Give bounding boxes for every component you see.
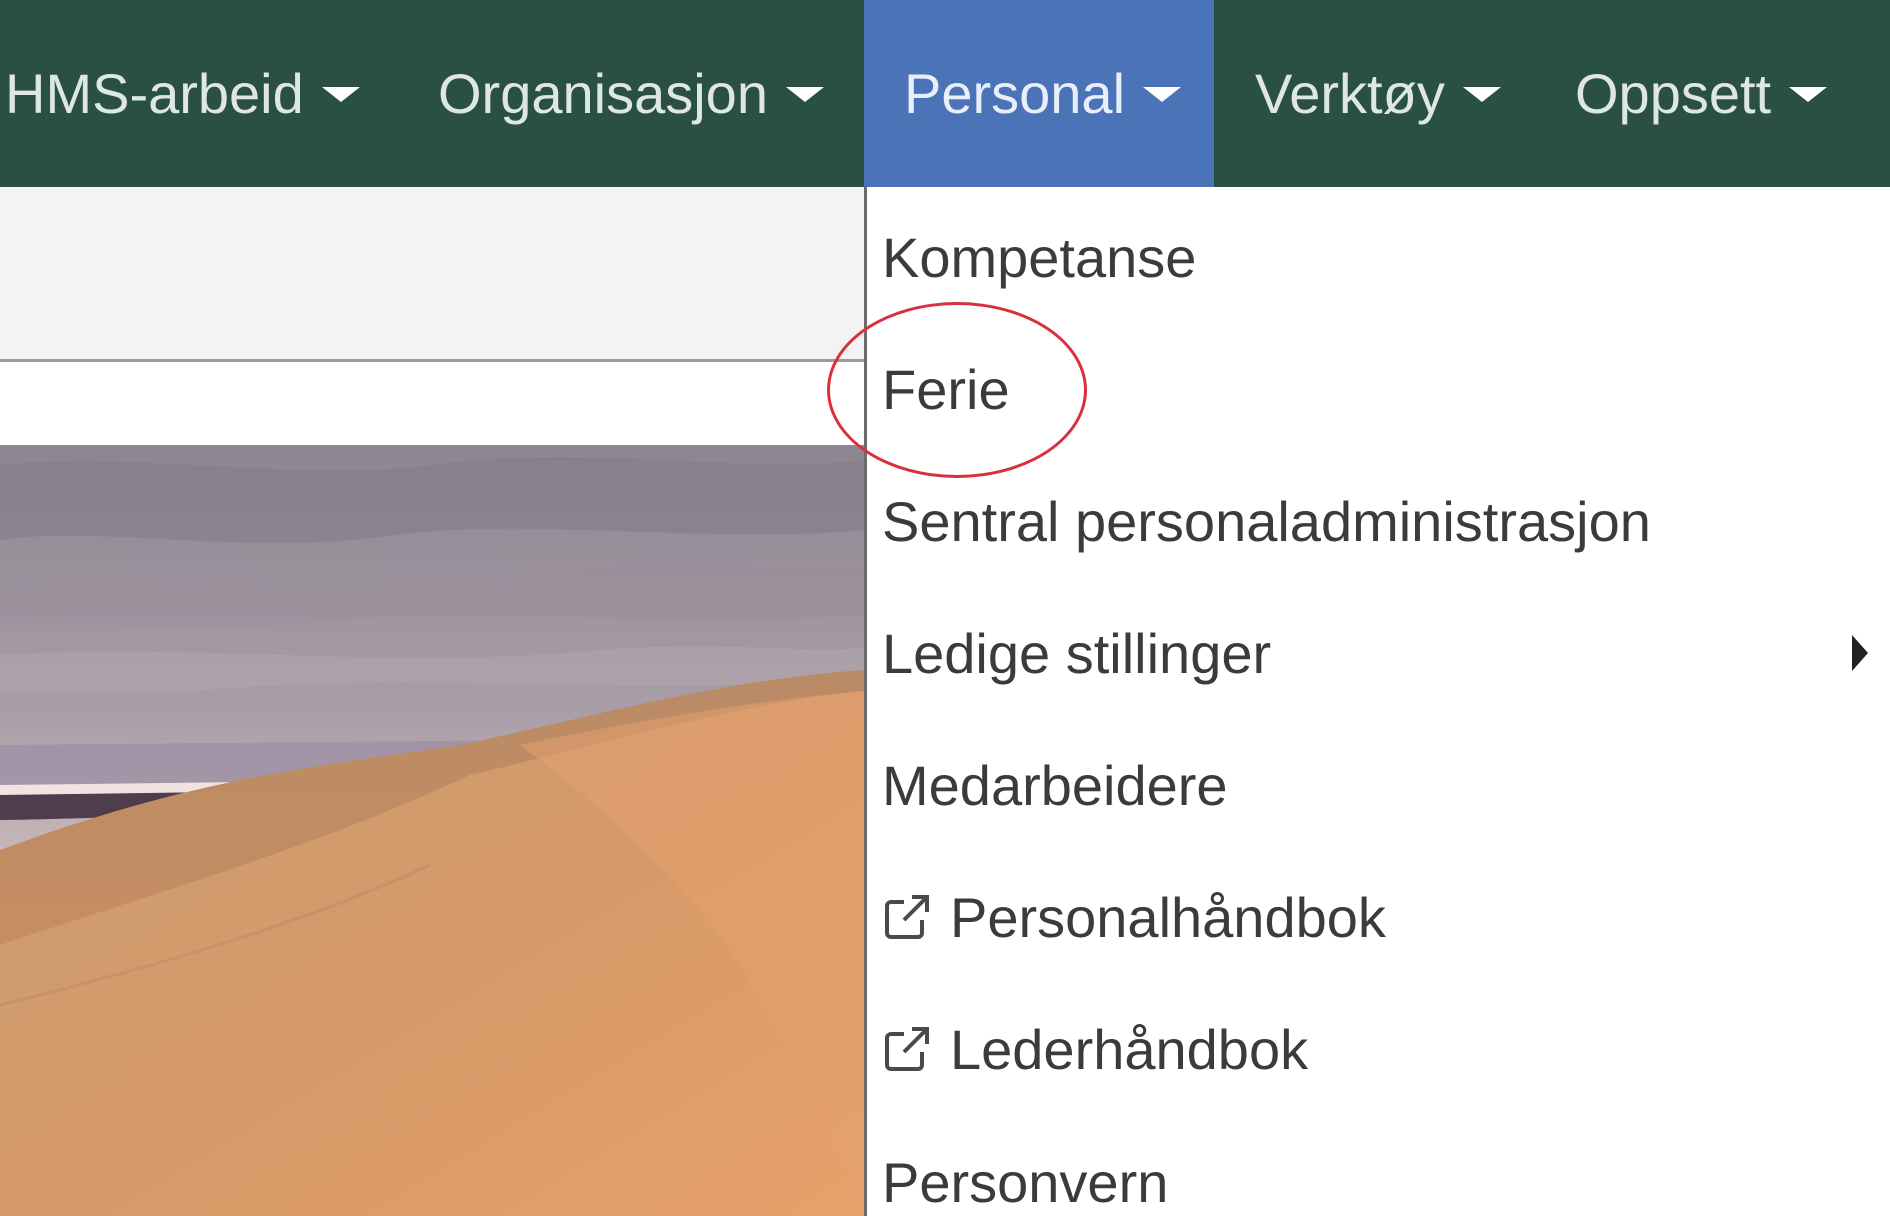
nav-organisasjon-label: Organisasjon xyxy=(438,62,768,125)
page-background xyxy=(0,187,864,1216)
menu-item-label: Kompetanse xyxy=(882,225,1197,289)
menu-item-personalhandbok[interactable]: Personalhåndbok xyxy=(882,867,1890,967)
menu-item-personvern[interactable]: Personvern xyxy=(882,1132,1890,1216)
menu-item-ferie[interactable]: Ferie xyxy=(882,339,1890,439)
nav-personal[interactable]: Personal xyxy=(864,0,1214,187)
menu-item-label: Personalhåndbok xyxy=(950,885,1386,949)
nav-oppsett[interactable]: Oppsett xyxy=(1575,0,1828,187)
page-spacer xyxy=(0,362,864,445)
nav-hms-arbeid[interactable]: HMS-arbeid xyxy=(5,0,360,187)
nav-organisasjon[interactable]: Organisasjon xyxy=(438,0,824,187)
menu-item-kompetanse[interactable]: Kompetanse xyxy=(882,207,1890,307)
menu-item-label: Ferie xyxy=(882,357,1010,421)
screen: HMS-arbeid Organisasjon Personal Verktøy… xyxy=(0,0,1890,1216)
desert-dunes-image xyxy=(0,445,864,1216)
caret-down-icon xyxy=(321,87,360,102)
nav-verktoy-label: Verktøy xyxy=(1255,62,1445,125)
menu-item-label: Medarbeidere xyxy=(882,753,1228,817)
caret-down-icon xyxy=(1462,87,1501,102)
nav-personal-label: Personal xyxy=(904,62,1126,125)
caret-down-icon xyxy=(785,87,824,102)
menu-item-ledige-stillinger[interactable]: Ledige stillinger xyxy=(882,603,1890,703)
page-header-strip xyxy=(0,187,864,362)
caret-down-icon xyxy=(1789,87,1828,102)
menu-item-medarbeidere[interactable]: Medarbeidere xyxy=(882,735,1890,835)
menu-item-lederhandbok[interactable]: Lederhåndbok xyxy=(882,999,1890,1099)
nav-verktoy[interactable]: Verktøy xyxy=(1255,0,1501,187)
menu-item-label: Personvern xyxy=(882,1150,1169,1214)
caret-down-icon xyxy=(1143,87,1182,102)
caret-right-icon xyxy=(1852,635,1868,671)
nav-hms-arbeid-label: HMS-arbeid xyxy=(5,62,304,125)
external-link-icon xyxy=(885,895,929,939)
personal-dropdown-menu: Kompetanse Ferie Sentral personaladminis… xyxy=(864,187,1890,1216)
external-link-icon xyxy=(885,1027,929,1071)
menu-item-label: Ledige stillinger xyxy=(882,621,1272,685)
menu-item-label: Lederhåndbok xyxy=(950,1017,1309,1081)
nav-oppsett-label: Oppsett xyxy=(1575,62,1772,125)
top-navbar: HMS-arbeid Organisasjon Personal Verktøy… xyxy=(0,0,1890,187)
menu-item-label: Sentral personaladministrasjon xyxy=(882,489,1651,553)
menu-item-sentral-personaladministrasjon[interactable]: Sentral personaladministrasjon xyxy=(882,471,1890,571)
